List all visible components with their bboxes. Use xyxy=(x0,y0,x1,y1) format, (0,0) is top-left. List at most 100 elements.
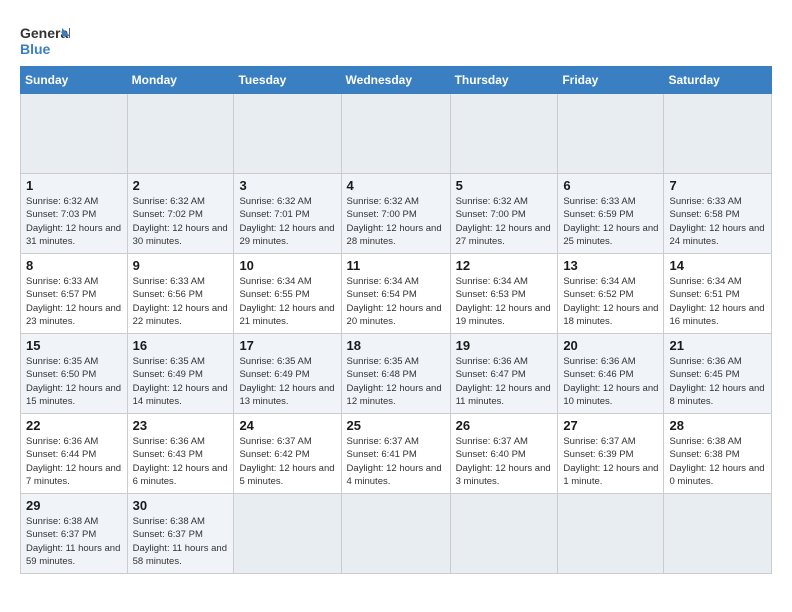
calendar-cell: 12 Sunrise: 6:34 AMSunset: 6:53 PMDaylig… xyxy=(450,254,558,334)
calendar-cell: 17 Sunrise: 6:35 AMSunset: 6:49 PMDaylig… xyxy=(234,334,341,414)
calendar-cell xyxy=(664,494,772,574)
calendar-header-wednesday: Wednesday xyxy=(341,67,450,94)
calendar-week-5: 29 Sunrise: 6:38 AMSunset: 6:37 PMDaylig… xyxy=(21,494,772,574)
day-detail: Sunrise: 6:38 AMSunset: 6:37 PMDaylight:… xyxy=(26,516,120,567)
day-number: 10 xyxy=(239,258,335,273)
day-detail: Sunrise: 6:36 AMSunset: 6:43 PMDaylight:… xyxy=(133,436,228,487)
header: General Blue xyxy=(20,20,772,60)
calendar-cell: 23 Sunrise: 6:36 AMSunset: 6:43 PMDaylig… xyxy=(127,414,234,494)
day-number: 21 xyxy=(669,338,766,353)
calendar-cell xyxy=(341,494,450,574)
day-detail: Sunrise: 6:37 AMSunset: 6:41 PMDaylight:… xyxy=(347,436,442,487)
day-number: 13 xyxy=(563,258,658,273)
day-number: 2 xyxy=(133,178,229,193)
calendar-cell: 3 Sunrise: 6:32 AMSunset: 7:01 PMDayligh… xyxy=(234,174,341,254)
day-detail: Sunrise: 6:38 AMSunset: 6:38 PMDaylight:… xyxy=(669,436,764,487)
day-detail: Sunrise: 6:35 AMSunset: 6:49 PMDaylight:… xyxy=(239,356,334,407)
calendar-cell: 15 Sunrise: 6:35 AMSunset: 6:50 PMDaylig… xyxy=(21,334,128,414)
day-detail: Sunrise: 6:34 AMSunset: 6:55 PMDaylight:… xyxy=(239,276,334,327)
day-detail: Sunrise: 6:36 AMSunset: 6:44 PMDaylight:… xyxy=(26,436,121,487)
day-number: 11 xyxy=(347,258,445,273)
day-detail: Sunrise: 6:32 AMSunset: 7:00 PMDaylight:… xyxy=(456,196,551,247)
day-detail: Sunrise: 6:34 AMSunset: 6:54 PMDaylight:… xyxy=(347,276,442,327)
day-detail: Sunrise: 6:34 AMSunset: 6:53 PMDaylight:… xyxy=(456,276,551,327)
calendar-cell xyxy=(127,94,234,174)
calendar-header-thursday: Thursday xyxy=(450,67,558,94)
day-number: 25 xyxy=(347,418,445,433)
calendar-cell: 22 Sunrise: 6:36 AMSunset: 6:44 PMDaylig… xyxy=(21,414,128,494)
calendar-header-monday: Monday xyxy=(127,67,234,94)
calendar-cell: 2 Sunrise: 6:32 AMSunset: 7:02 PMDayligh… xyxy=(127,174,234,254)
day-number: 15 xyxy=(26,338,122,353)
svg-text:Blue: Blue xyxy=(20,41,51,57)
calendar-cell: 30 Sunrise: 6:38 AMSunset: 6:37 PMDaylig… xyxy=(127,494,234,574)
day-number: 3 xyxy=(239,178,335,193)
calendar-cell xyxy=(21,94,128,174)
day-number: 12 xyxy=(456,258,553,273)
day-number: 5 xyxy=(456,178,553,193)
calendar-cell: 28 Sunrise: 6:38 AMSunset: 6:38 PMDaylig… xyxy=(664,414,772,494)
day-number: 7 xyxy=(669,178,766,193)
calendar-cell: 14 Sunrise: 6:34 AMSunset: 6:51 PMDaylig… xyxy=(664,254,772,334)
day-detail: Sunrise: 6:36 AMSunset: 6:45 PMDaylight:… xyxy=(669,356,764,407)
day-number: 30 xyxy=(133,498,229,513)
calendar-cell: 18 Sunrise: 6:35 AMSunset: 6:48 PMDaylig… xyxy=(341,334,450,414)
day-number: 22 xyxy=(26,418,122,433)
day-number: 24 xyxy=(239,418,335,433)
calendar-cell xyxy=(558,94,664,174)
calendar-cell: 9 Sunrise: 6:33 AMSunset: 6:56 PMDayligh… xyxy=(127,254,234,334)
calendar-cell: 6 Sunrise: 6:33 AMSunset: 6:59 PMDayligh… xyxy=(558,174,664,254)
calendar-cell: 26 Sunrise: 6:37 AMSunset: 6:40 PMDaylig… xyxy=(450,414,558,494)
calendar-cell xyxy=(234,494,341,574)
day-number: 9 xyxy=(133,258,229,273)
day-detail: Sunrise: 6:34 AMSunset: 6:51 PMDaylight:… xyxy=(669,276,764,327)
day-number: 14 xyxy=(669,258,766,273)
calendar-week-2: 8 Sunrise: 6:33 AMSunset: 6:57 PMDayligh… xyxy=(21,254,772,334)
calendar-table: SundayMondayTuesdayWednesdayThursdayFrid… xyxy=(20,66,772,574)
calendar-cell: 27 Sunrise: 6:37 AMSunset: 6:39 PMDaylig… xyxy=(558,414,664,494)
day-detail: Sunrise: 6:32 AMSunset: 7:00 PMDaylight:… xyxy=(347,196,442,247)
day-detail: Sunrise: 6:33 AMSunset: 6:59 PMDaylight:… xyxy=(563,196,658,247)
day-detail: Sunrise: 6:37 AMSunset: 6:40 PMDaylight:… xyxy=(456,436,551,487)
calendar-cell xyxy=(450,494,558,574)
calendar-header-saturday: Saturday xyxy=(664,67,772,94)
day-number: 16 xyxy=(133,338,229,353)
day-number: 6 xyxy=(563,178,658,193)
calendar-cell xyxy=(664,94,772,174)
calendar-cell: 7 Sunrise: 6:33 AMSunset: 6:58 PMDayligh… xyxy=(664,174,772,254)
day-number: 28 xyxy=(669,418,766,433)
day-detail: Sunrise: 6:35 AMSunset: 6:50 PMDaylight:… xyxy=(26,356,121,407)
calendar-cell xyxy=(450,94,558,174)
calendar-cell: 11 Sunrise: 6:34 AMSunset: 6:54 PMDaylig… xyxy=(341,254,450,334)
calendar-week-1: 1 Sunrise: 6:32 AMSunset: 7:03 PMDayligh… xyxy=(21,174,772,254)
day-detail: Sunrise: 6:33 AMSunset: 6:56 PMDaylight:… xyxy=(133,276,228,327)
calendar-cell: 24 Sunrise: 6:37 AMSunset: 6:42 PMDaylig… xyxy=(234,414,341,494)
day-number: 18 xyxy=(347,338,445,353)
day-detail: Sunrise: 6:34 AMSunset: 6:52 PMDaylight:… xyxy=(563,276,658,327)
calendar-week-0 xyxy=(21,94,772,174)
calendar-cell: 16 Sunrise: 6:35 AMSunset: 6:49 PMDaylig… xyxy=(127,334,234,414)
calendar-cell: 5 Sunrise: 6:32 AMSunset: 7:00 PMDayligh… xyxy=(450,174,558,254)
calendar-cell: 10 Sunrise: 6:34 AMSunset: 6:55 PMDaylig… xyxy=(234,254,341,334)
calendar-cell xyxy=(558,494,664,574)
calendar-body: 1 Sunrise: 6:32 AMSunset: 7:03 PMDayligh… xyxy=(21,94,772,574)
day-number: 1 xyxy=(26,178,122,193)
day-detail: Sunrise: 6:37 AMSunset: 6:42 PMDaylight:… xyxy=(239,436,334,487)
calendar-cell: 19 Sunrise: 6:36 AMSunset: 6:47 PMDaylig… xyxy=(450,334,558,414)
day-detail: Sunrise: 6:37 AMSunset: 6:39 PMDaylight:… xyxy=(563,436,658,487)
logo-icon: General Blue xyxy=(20,20,70,60)
day-number: 4 xyxy=(347,178,445,193)
calendar-cell: 13 Sunrise: 6:34 AMSunset: 6:52 PMDaylig… xyxy=(558,254,664,334)
calendar-header-sunday: Sunday xyxy=(21,67,128,94)
day-detail: Sunrise: 6:32 AMSunset: 7:02 PMDaylight:… xyxy=(133,196,228,247)
day-detail: Sunrise: 6:33 AMSunset: 6:57 PMDaylight:… xyxy=(26,276,121,327)
day-number: 19 xyxy=(456,338,553,353)
calendar-cell xyxy=(234,94,341,174)
calendar-cell: 25 Sunrise: 6:37 AMSunset: 6:41 PMDaylig… xyxy=(341,414,450,494)
day-number: 29 xyxy=(26,498,122,513)
calendar-cell xyxy=(341,94,450,174)
calendar-cell: 21 Sunrise: 6:36 AMSunset: 6:45 PMDaylig… xyxy=(664,334,772,414)
day-number: 20 xyxy=(563,338,658,353)
calendar-week-4: 22 Sunrise: 6:36 AMSunset: 6:44 PMDaylig… xyxy=(21,414,772,494)
day-detail: Sunrise: 6:35 AMSunset: 6:48 PMDaylight:… xyxy=(347,356,442,407)
